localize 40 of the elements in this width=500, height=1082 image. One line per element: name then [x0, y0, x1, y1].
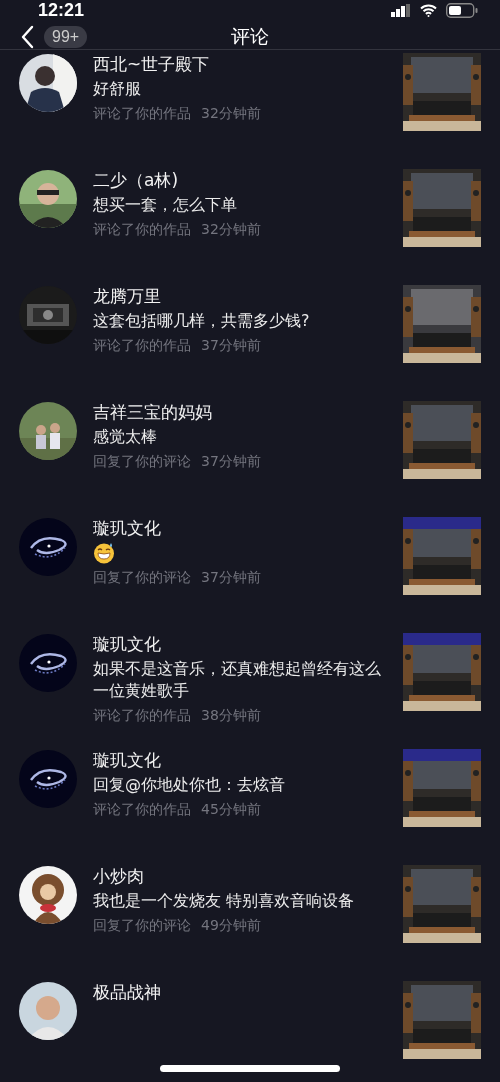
user-name[interactable]: 璇玑文化 — [93, 516, 389, 540]
comment-text: 好舒服 — [93, 78, 142, 100]
user-name[interactable]: 璇玑文化 — [93, 748, 389, 772]
user-name[interactable]: 龙腾万里 — [93, 284, 389, 308]
activity-label: 评论了你的作品 — [93, 104, 191, 123]
user-name[interactable]: 璇玑文化 — [93, 632, 389, 656]
user-name[interactable]: 极品战神 — [93, 980, 389, 1004]
signal-icon — [391, 4, 411, 17]
activity-label: 回复了你的评论 — [93, 916, 191, 935]
activity-label: 评论了你的作品 — [93, 706, 191, 725]
page-title: 评论 — [231, 25, 269, 47]
activity-label: 回复了你的评论 — [93, 568, 191, 587]
wifi-icon — [420, 4, 437, 17]
comment-text: 感觉太棒 — [93, 426, 158, 448]
time-ago: 45分钟前 — [201, 800, 261, 819]
unread-count-badge: 99+ — [44, 26, 88, 48]
comment-text: 想买一套，怎么下单 — [93, 194, 238, 216]
comment-text: 我也是一个发烧友 特别喜欢音响设备 — [93, 890, 356, 912]
comment-text: 这套包括哪几样，共需多少钱? — [93, 310, 311, 332]
user-name[interactable]: 二少（a林) — [93, 168, 389, 192]
activity-label: 回复了你的评论 — [93, 452, 191, 471]
comment-text: 如果不是这音乐，还真难想起曾经有这么一位黄姓歌手 — [93, 658, 382, 702]
activity-label: 评论了你的作品 — [93, 220, 191, 239]
time-ago: 37分钟前 — [201, 568, 261, 587]
time-ago: 37分钟前 — [201, 452, 261, 471]
grinning-sweat-emoji-icon — [93, 542, 115, 564]
activity-label: 评论了你的作品 — [93, 336, 191, 355]
time-ago: 49分钟前 — [201, 916, 261, 935]
time-ago: 32分钟前 — [201, 220, 261, 239]
time-ago: 38分钟前 — [201, 706, 261, 725]
user-name[interactable]: 吉祥三宝的妈妈 — [93, 400, 389, 424]
battery-icon — [446, 3, 478, 18]
comment-text: 回复@你地处你也：去炫音 — [93, 774, 286, 796]
user-name[interactable]: 西北~世子殿下 — [93, 52, 389, 76]
back-button[interactable] — [20, 25, 34, 49]
activity-label: 评论了你的作品 — [93, 800, 191, 819]
time-ago: 32分钟前 — [201, 104, 261, 123]
clock-time: 12:21 — [38, 0, 85, 21]
time-ago: 37分钟前 — [201, 336, 261, 355]
user-name[interactable]: 小炒肉 — [93, 864, 389, 888]
